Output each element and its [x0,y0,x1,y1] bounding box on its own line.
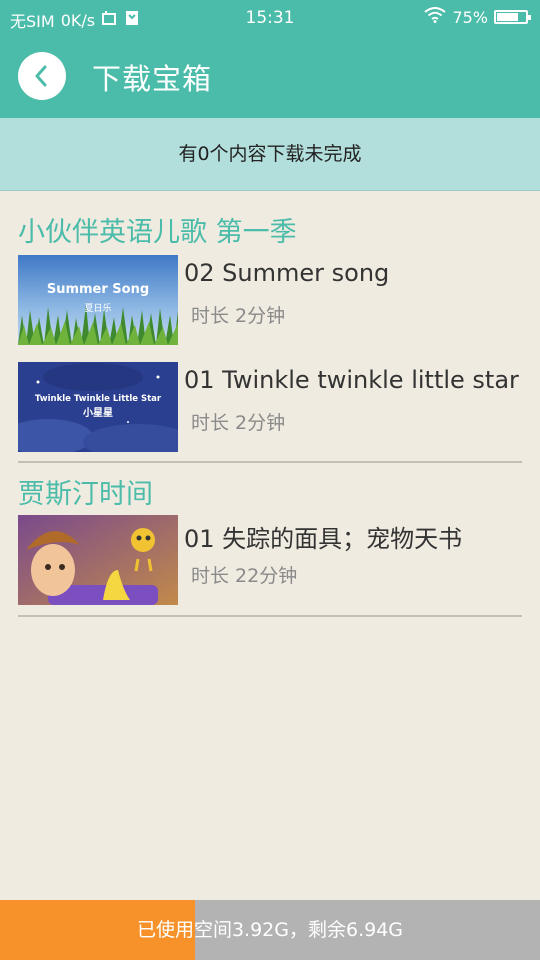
wifi-icon [424,7,447,27]
list-item[interactable]: 01 失踪的面具；宠物天书 时长 22分钟 [18,515,522,605]
list-item[interactable]: Summer Song 夏日乐 02 Summer song 时长 2分钟 [18,255,522,345]
thumbnail-caption: Summer Song [47,282,149,297]
item-title: 01 Twinkle twinkle little star [184,366,519,394]
item-duration: 时长 2分钟 [191,305,286,327]
storage-usage-text: 已使用空间3.92G，剩余6.94G [136,919,404,941]
battery-icon [494,10,531,24]
download-status-banner: 有0个内容下载未完成 [0,118,540,191]
page-title: 下载宝箱 [92,62,213,96]
status-bar: 无SIM 0K/s 15:31 75% [0,0,540,36]
video-thumbnail: Summer Song 夏日乐 [18,255,178,345]
thumbnail-subcaption: 夏日乐 [84,302,111,314]
battery-percent: 75% [452,7,488,27]
thumbnail-caption: Twinkle Twinkle Little Star [35,394,162,404]
section-title: 贾斯汀时间 [18,479,153,510]
battery-fill [497,13,518,21]
status-right: 75% [424,7,531,27]
back-button[interactable] [18,52,66,100]
section-title: 小伙伴英语儿歌 第一季 [18,217,297,248]
storage-usage-bar: 已使用空间3.92G，剩余6.94G [0,900,540,960]
video-thumbnail [18,515,178,605]
item-title: 02 Summer song [184,259,390,287]
section-divider [18,615,522,617]
item-duration: 时长 22分钟 [191,565,298,587]
app-bar: 下载宝箱 [0,36,540,118]
chevron-left-icon [35,65,47,87]
section-divider [18,461,522,463]
item-duration: 时长 2分钟 [191,412,286,434]
list-item[interactable]: Twinkle Twinkle Little Star 小星星 01 Twink… [18,362,522,452]
video-thumbnail: Twinkle Twinkle Little Star 小星星 [18,362,178,452]
thumbnail-subcaption: 小星星 [82,406,113,419]
item-title: 01 失踪的面具；宠物天书 [184,525,463,553]
